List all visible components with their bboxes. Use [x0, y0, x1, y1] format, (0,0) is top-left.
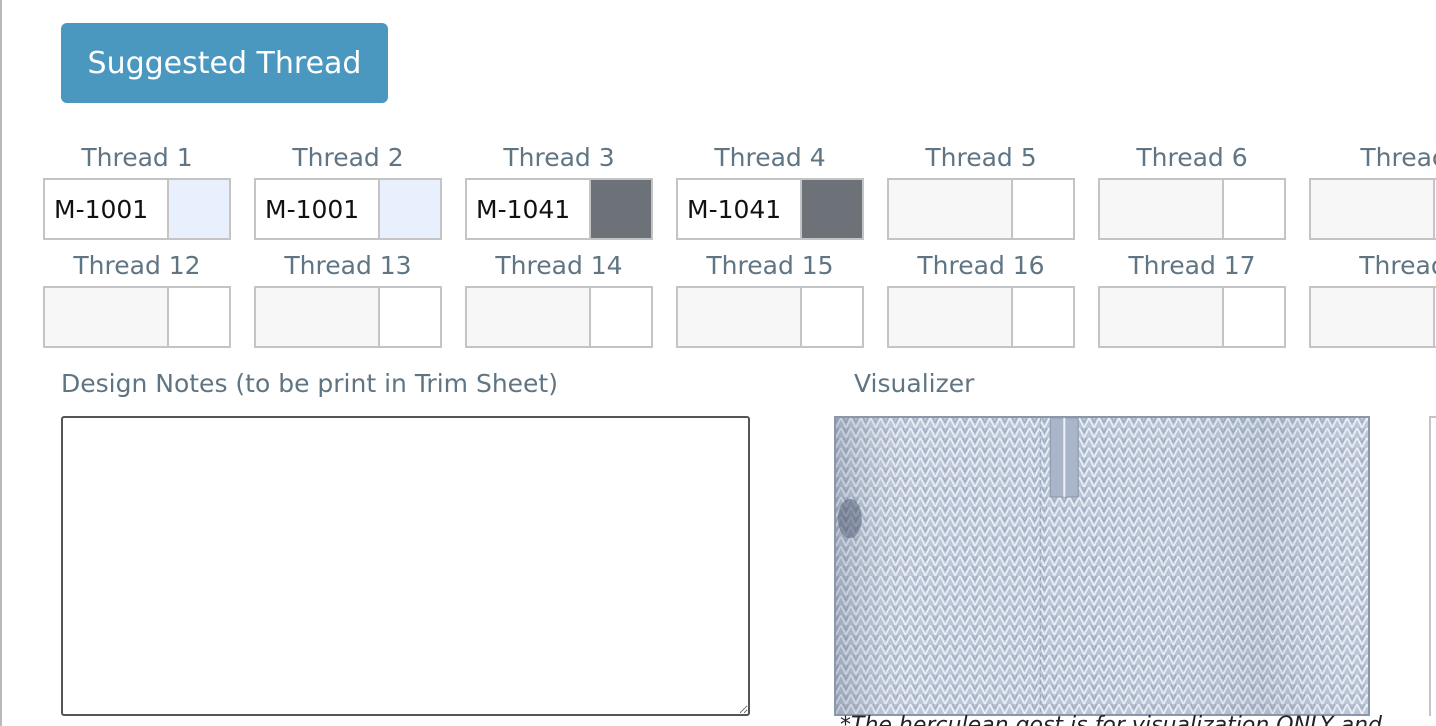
thread-color-swatch[interactable] [380, 178, 442, 240]
thread-code-input[interactable] [1098, 286, 1224, 348]
thread-slot: Thread 4 [676, 140, 864, 240]
thread-slot: Thread 1 [43, 140, 231, 240]
thread-input-group [254, 286, 442, 348]
design-notes-textarea[interactable] [61, 416, 750, 716]
thread-label: Thread 2 [292, 143, 404, 172]
left-border [0, 0, 2, 726]
thread-code-input[interactable] [254, 286, 380, 348]
thread-slot: Threac [1309, 140, 1436, 240]
thread-code-input[interactable] [1098, 178, 1224, 240]
thread-code-input[interactable] [1309, 286, 1435, 348]
thread-label: Thread 1 [81, 143, 193, 172]
visualizer-image [834, 416, 1370, 716]
thread-code-input[interactable] [465, 178, 591, 240]
thread-color-swatch[interactable] [802, 178, 864, 240]
thread-input-group [1098, 178, 1286, 240]
thread-code-input[interactable] [887, 286, 1013, 348]
thread-slot: Thread 17 [1098, 248, 1286, 348]
thread-input-group [465, 286, 653, 348]
thread-slot: Thread 14 [465, 248, 653, 348]
thread-code-input[interactable] [676, 286, 802, 348]
thread-color-swatch[interactable] [380, 286, 442, 348]
thread-slot: Thread 15 [676, 248, 864, 348]
thread-label: Thread 16 [917, 251, 1045, 280]
thread-input-group [887, 178, 1075, 240]
thread-code-input[interactable] [254, 178, 380, 240]
thread-input-group [1098, 286, 1286, 348]
thread-row-2: Thread 12 Thread 13 Thread 14 Thread 15 Thre… [43, 248, 1436, 348]
thread-color-swatch[interactable] [169, 178, 231, 240]
thread-slot: Thread 3 [465, 140, 653, 240]
thread-label: Thread 13 [284, 251, 412, 280]
thread-color-swatch[interactable] [169, 286, 231, 348]
thread-slot: Thread 2 [254, 140, 442, 240]
thread-label: Thread 6 [1136, 143, 1248, 172]
thread-color-swatch[interactable] [591, 286, 653, 348]
thread-label: Thread 15 [706, 251, 834, 280]
thread-color-swatch[interactable] [802, 286, 864, 348]
thread-color-swatch[interactable] [1224, 178, 1286, 240]
thread-input-group [1309, 286, 1436, 348]
thread-code-input[interactable] [676, 178, 802, 240]
thread-input-group [676, 286, 864, 348]
thread-slot: Thread 13 [254, 248, 442, 348]
thread-label: Thread 5 [925, 143, 1037, 172]
thread-slot: Thread 12 [43, 248, 231, 348]
thread-input-group [43, 286, 231, 348]
thread-slot: Thread 6 [1098, 140, 1286, 240]
herringbone-fabric-image [836, 418, 1368, 714]
thread-color-swatch[interactable] [1013, 178, 1075, 240]
thread-label: Thread [1359, 251, 1436, 280]
thread-input-group [43, 178, 231, 240]
thread-label: Threac [1360, 143, 1436, 172]
thread-code-input[interactable] [1309, 178, 1435, 240]
thread-color-swatch[interactable] [1224, 286, 1286, 348]
trim-sheet-page: Suggested Thread Thread 1Thread 2Thread … [0, 0, 1436, 726]
thread-color-swatch[interactable] [1013, 286, 1075, 348]
thread-code-input[interactable] [43, 286, 169, 348]
thread-input-group [676, 178, 864, 240]
thread-code-input[interactable] [465, 286, 591, 348]
visualizer-label: Visualizer [854, 369, 975, 398]
thread-code-input[interactable] [43, 178, 169, 240]
thread-row-1: Thread 1 Thread 2 Thread 3 Thread 4 Thread 5… [43, 140, 1436, 240]
thread-slot: Thread 5 [887, 140, 1075, 240]
thread-input-group [465, 178, 653, 240]
thread-label: Thread 17 [1128, 251, 1256, 280]
thread-label: Thread 14 [495, 251, 623, 280]
thread-color-swatch[interactable] [591, 178, 653, 240]
thread-slot: Thread [1309, 248, 1436, 348]
suggested-thread-button[interactable]: Suggested Thread [61, 23, 388, 103]
thread-code-input[interactable] [887, 178, 1013, 240]
thread-slot: Thread 16 [887, 248, 1075, 348]
design-notes-label: Design Notes (to be print in Trim Sheet) [61, 369, 558, 398]
right-panel-edge [1429, 416, 1436, 716]
thread-input-group [887, 286, 1075, 348]
thread-label: Thread 4 [714, 143, 826, 172]
thread-label: Thread 12 [73, 251, 201, 280]
thread-label: Thread 3 [503, 143, 615, 172]
thread-input-group [254, 178, 442, 240]
visualizer-disclaimer: *The herculean gost is for visualization… [840, 713, 1383, 726]
thread-input-group [1309, 178, 1436, 240]
